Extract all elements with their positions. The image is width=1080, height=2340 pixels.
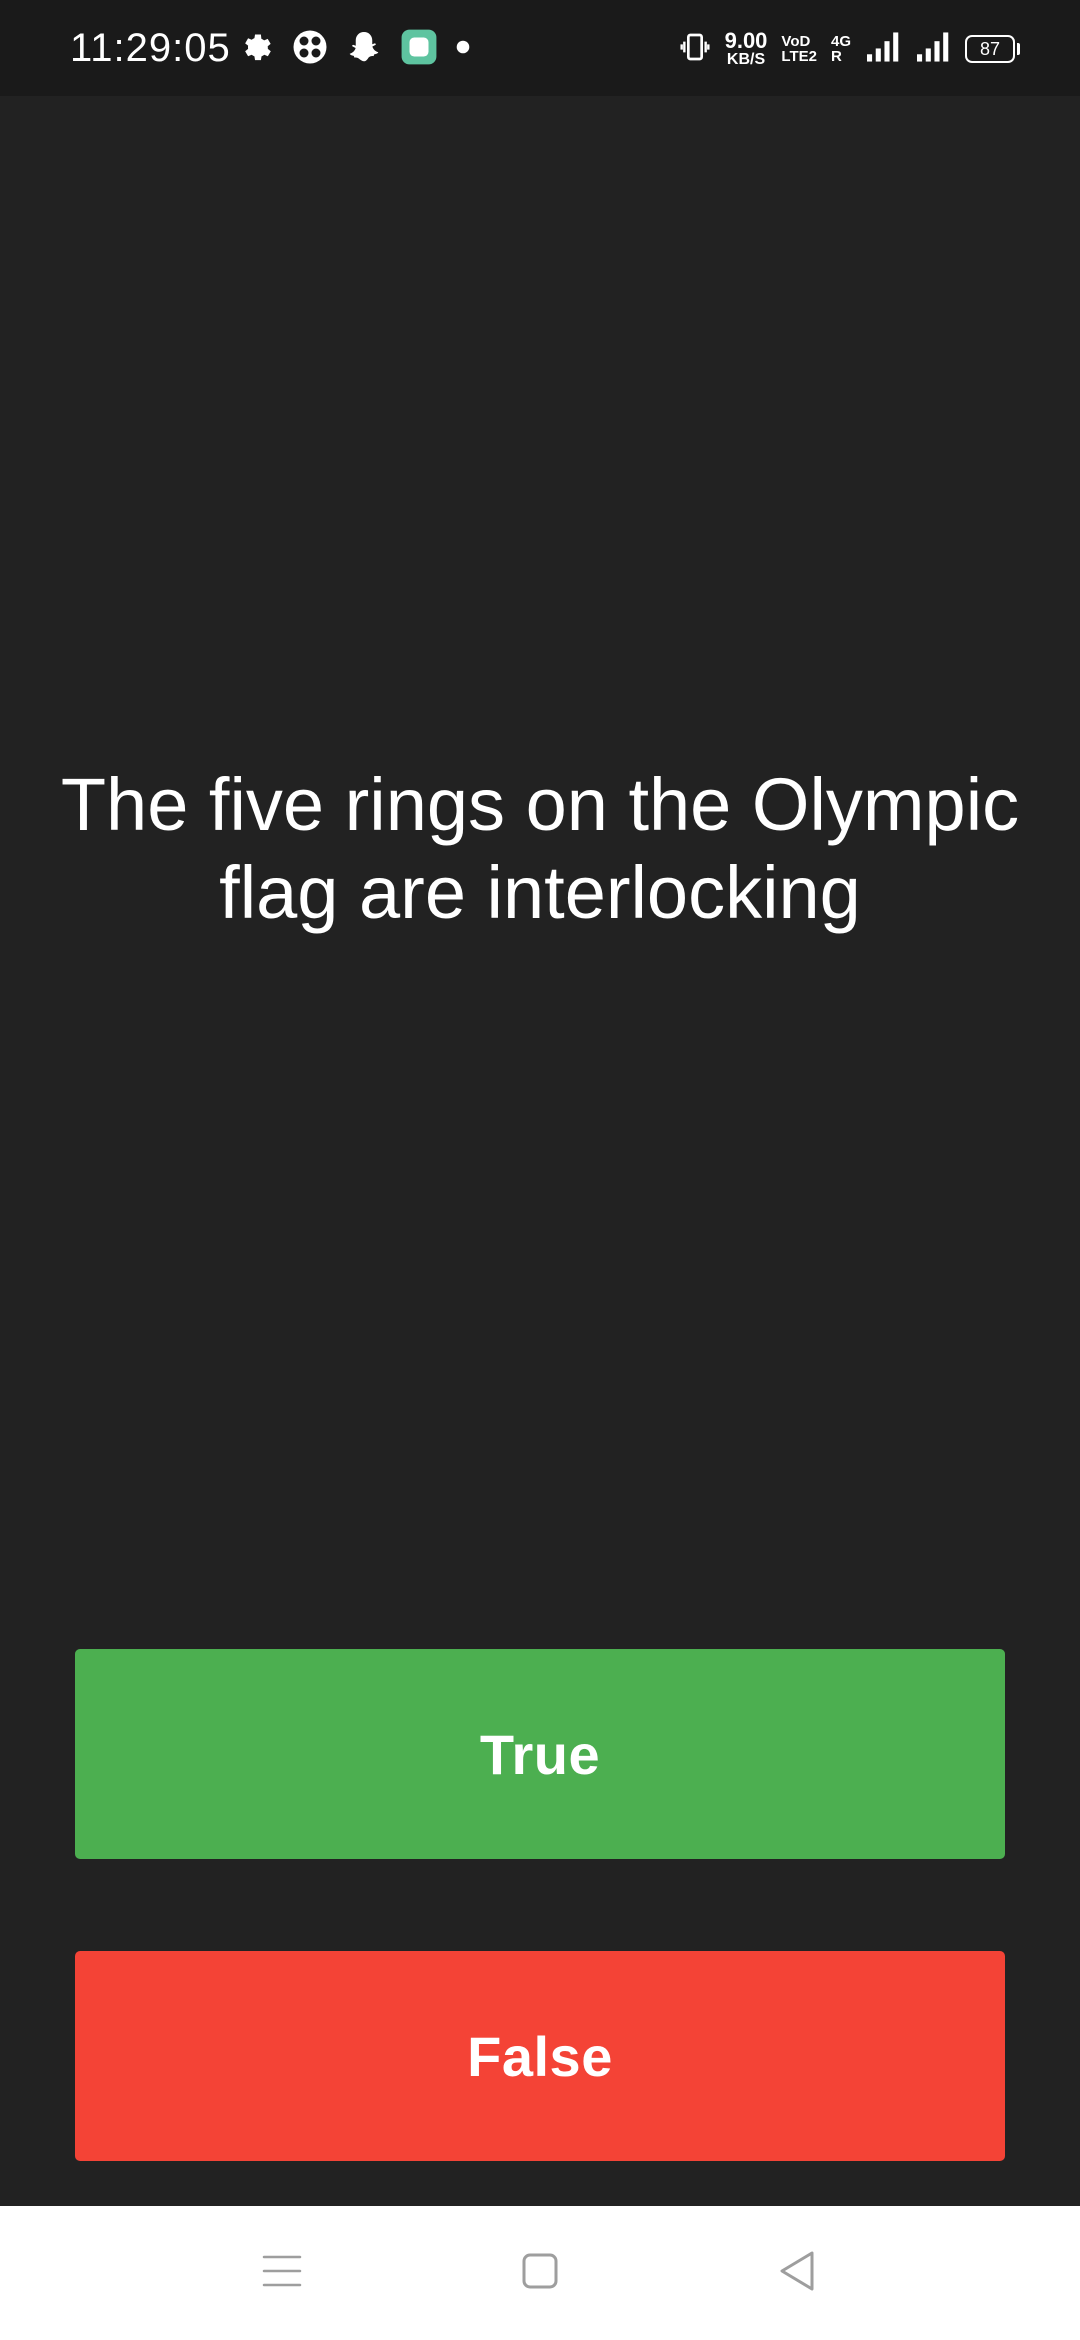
- volte-indicator: VoD LTE2: [781, 34, 817, 64]
- network-type-label: 4G: [830, 33, 851, 50]
- network-type: 4G R: [831, 34, 851, 64]
- app-grid-icon: [292, 29, 328, 70]
- volte-bottom: LTE2: [781, 48, 817, 65]
- menu-button[interactable]: [222, 2206, 342, 2340]
- signal-icon-2: [915, 31, 951, 68]
- signal-icon-1: [865, 31, 901, 68]
- home-button[interactable]: [480, 2206, 600, 2340]
- true-button[interactable]: True: [75, 1649, 1005, 1859]
- network-speed: 9.00 KB/S: [725, 30, 768, 68]
- speed-unit: KB/S: [726, 51, 766, 68]
- status-left-icons: [240, 28, 470, 71]
- navigation-bar: [0, 2206, 1080, 2340]
- snapchat-icon: [346, 29, 382, 70]
- app-badge-icon: [400, 28, 438, 71]
- battery-indicator: 87: [965, 35, 1020, 63]
- notification-dot-icon: [456, 40, 470, 59]
- home-icon: [521, 2252, 559, 2295]
- false-button[interactable]: False: [75, 1951, 1005, 2161]
- settings-icon: [240, 30, 274, 69]
- status-right-icons: 9.00 KB/S VoD LTE2 4G R 87: [679, 30, 1020, 68]
- speed-value: 9.00: [724, 28, 768, 53]
- network-roaming-label: R: [830, 48, 842, 65]
- status-time: 11:29:05: [70, 26, 231, 70]
- back-button[interactable]: [736, 2206, 856, 2340]
- back-icon: [776, 2249, 816, 2298]
- question-text: The five rings on the Olympic flag are i…: [60, 763, 1020, 934]
- vibrate-icon: [679, 31, 711, 68]
- menu-icon: [262, 2253, 302, 2294]
- status-bar: 11:29:05 9.00 KB/S VoD LTE2 4G R 87: [0, 0, 1080, 96]
- quiz-screen: The five rings on the Olympic flag are i…: [0, 96, 1080, 2206]
- volte-top: VoD: [781, 33, 811, 50]
